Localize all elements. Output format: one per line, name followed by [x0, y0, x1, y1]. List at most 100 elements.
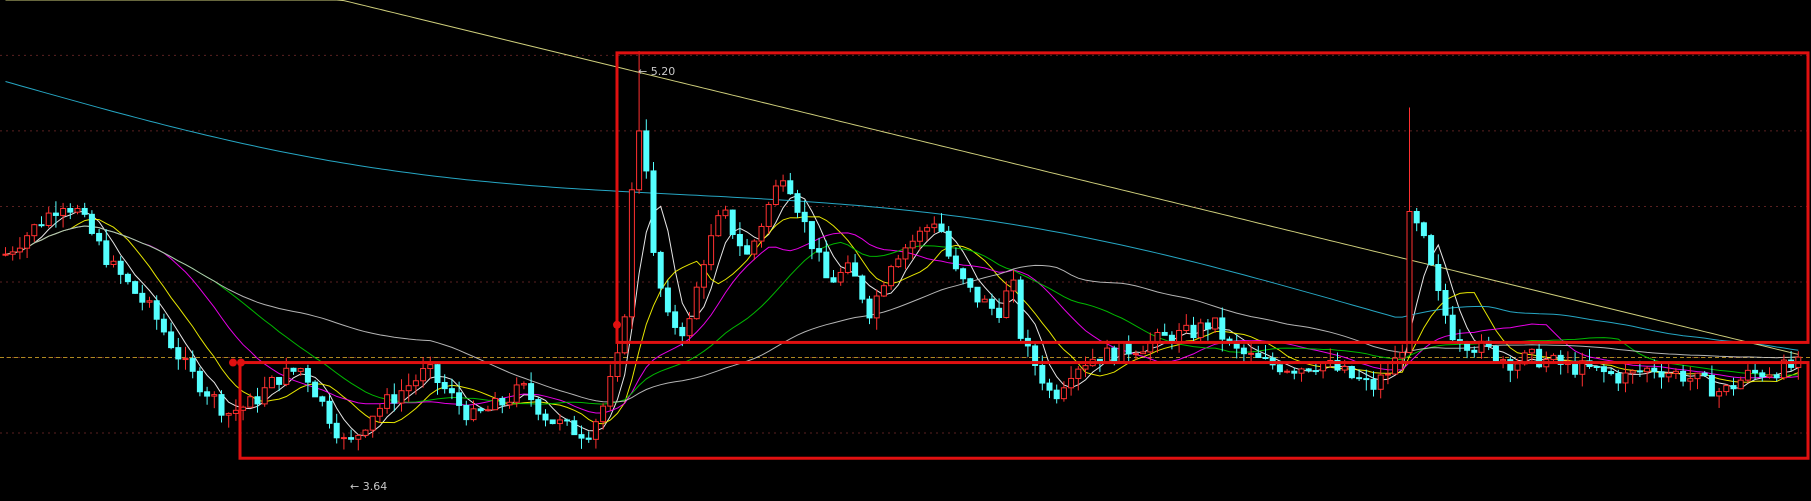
candle-down [967, 278, 974, 288]
candle-up [1392, 357, 1399, 375]
candle-up [600, 405, 607, 423]
candle-up [1744, 369, 1751, 381]
candle-down [1600, 366, 1607, 373]
candle-down [1759, 372, 1766, 378]
candle-up [758, 225, 765, 242]
candle-down [1442, 290, 1449, 316]
candle-down [477, 408, 484, 412]
chart-svg: ← 5.20 ← 3.64 [0, 0, 1811, 493]
candle-up [506, 401, 513, 406]
candle-up [628, 189, 635, 318]
candle-up [686, 318, 693, 337]
candle-up [1399, 352, 1406, 359]
candle-down [866, 298, 873, 319]
candle-up [621, 316, 628, 354]
candle-up [1284, 370, 1291, 373]
candle-down [1420, 222, 1427, 237]
candle-down [1219, 317, 1226, 340]
candle-down [744, 245, 751, 255]
candle-up [1622, 372, 1629, 384]
candle-down [103, 240, 110, 265]
candle-up [268, 376, 275, 389]
candle-down [996, 307, 1003, 318]
candle-up [1341, 366, 1348, 371]
candle-down [1608, 371, 1615, 375]
candle-down [117, 260, 124, 275]
candle-down [1226, 338, 1233, 342]
candle-down [1053, 389, 1060, 400]
candle-down [650, 170, 657, 253]
candle-down [326, 400, 333, 424]
candle-down [52, 212, 59, 216]
candle-up [247, 396, 254, 408]
candle-up [1183, 324, 1190, 331]
candle-up [1068, 377, 1075, 389]
candle-up [1197, 322, 1204, 339]
candle-up [873, 295, 880, 319]
candle-up [1132, 353, 1139, 356]
candle-up [981, 298, 988, 303]
candle-up [844, 262, 851, 273]
moving-average-line-5 [5, 225, 1799, 403]
candle-up [225, 412, 232, 416]
candle-down [81, 207, 88, 215]
candle-down [1204, 322, 1211, 330]
candle-down [1752, 369, 1759, 374]
candle-down [643, 130, 650, 172]
candle-up [772, 185, 779, 206]
candle-up [1716, 391, 1723, 397]
candle-down [456, 392, 463, 406]
candle-down [463, 404, 470, 421]
candle-up [405, 385, 412, 392]
candle-down [736, 233, 743, 247]
candlestick-chart: ← 5.20 ← 3.64 [0, 0, 1811, 496]
candle-down [290, 367, 297, 372]
candle-down [578, 434, 585, 439]
box-marker-dot [613, 320, 621, 329]
candle-down [1348, 366, 1355, 379]
candle-up [1694, 372, 1701, 380]
candle-down [448, 388, 455, 394]
candle-down [945, 230, 952, 257]
candle-up [24, 235, 31, 249]
candle-down [204, 391, 211, 397]
candle-up [592, 421, 599, 440]
candle-down [88, 213, 95, 234]
candle-down [1312, 370, 1319, 373]
candle-up [607, 376, 614, 407]
candle-up [1082, 365, 1089, 370]
candle-down [1464, 342, 1471, 351]
candle-up [765, 204, 772, 227]
candle-up [9, 251, 16, 255]
candle-up [1766, 374, 1773, 378]
candle-up [513, 384, 520, 403]
candle-up [880, 285, 887, 297]
candle-down [1730, 385, 1737, 390]
moving-average-line-6 [5, 81, 1799, 351]
candle-down [816, 248, 823, 253]
candle-up [283, 367, 290, 385]
candle-down [175, 347, 182, 360]
box-marker-dot [237, 358, 245, 367]
high-price-label: ← 5.20 [638, 65, 675, 78]
candle-down [196, 370, 203, 393]
candle-down [276, 376, 283, 385]
candle-down [1593, 365, 1600, 368]
candle-down [1291, 370, 1298, 374]
candle-down [1680, 370, 1687, 382]
candle-up [1687, 378, 1694, 382]
candle-up [1060, 387, 1067, 400]
candle-down [1305, 368, 1312, 372]
candle-up [1003, 290, 1010, 318]
candle-up [211, 394, 218, 397]
candle-up [614, 352, 621, 378]
candle-down [1536, 348, 1543, 368]
candle-up [1212, 317, 1219, 330]
candle-down [679, 326, 686, 337]
candle-down [938, 223, 945, 232]
candle-up [1075, 368, 1082, 379]
candle-down [571, 420, 578, 436]
candle-down [1471, 349, 1478, 353]
candle-up [837, 271, 844, 283]
candle-up [708, 235, 715, 266]
